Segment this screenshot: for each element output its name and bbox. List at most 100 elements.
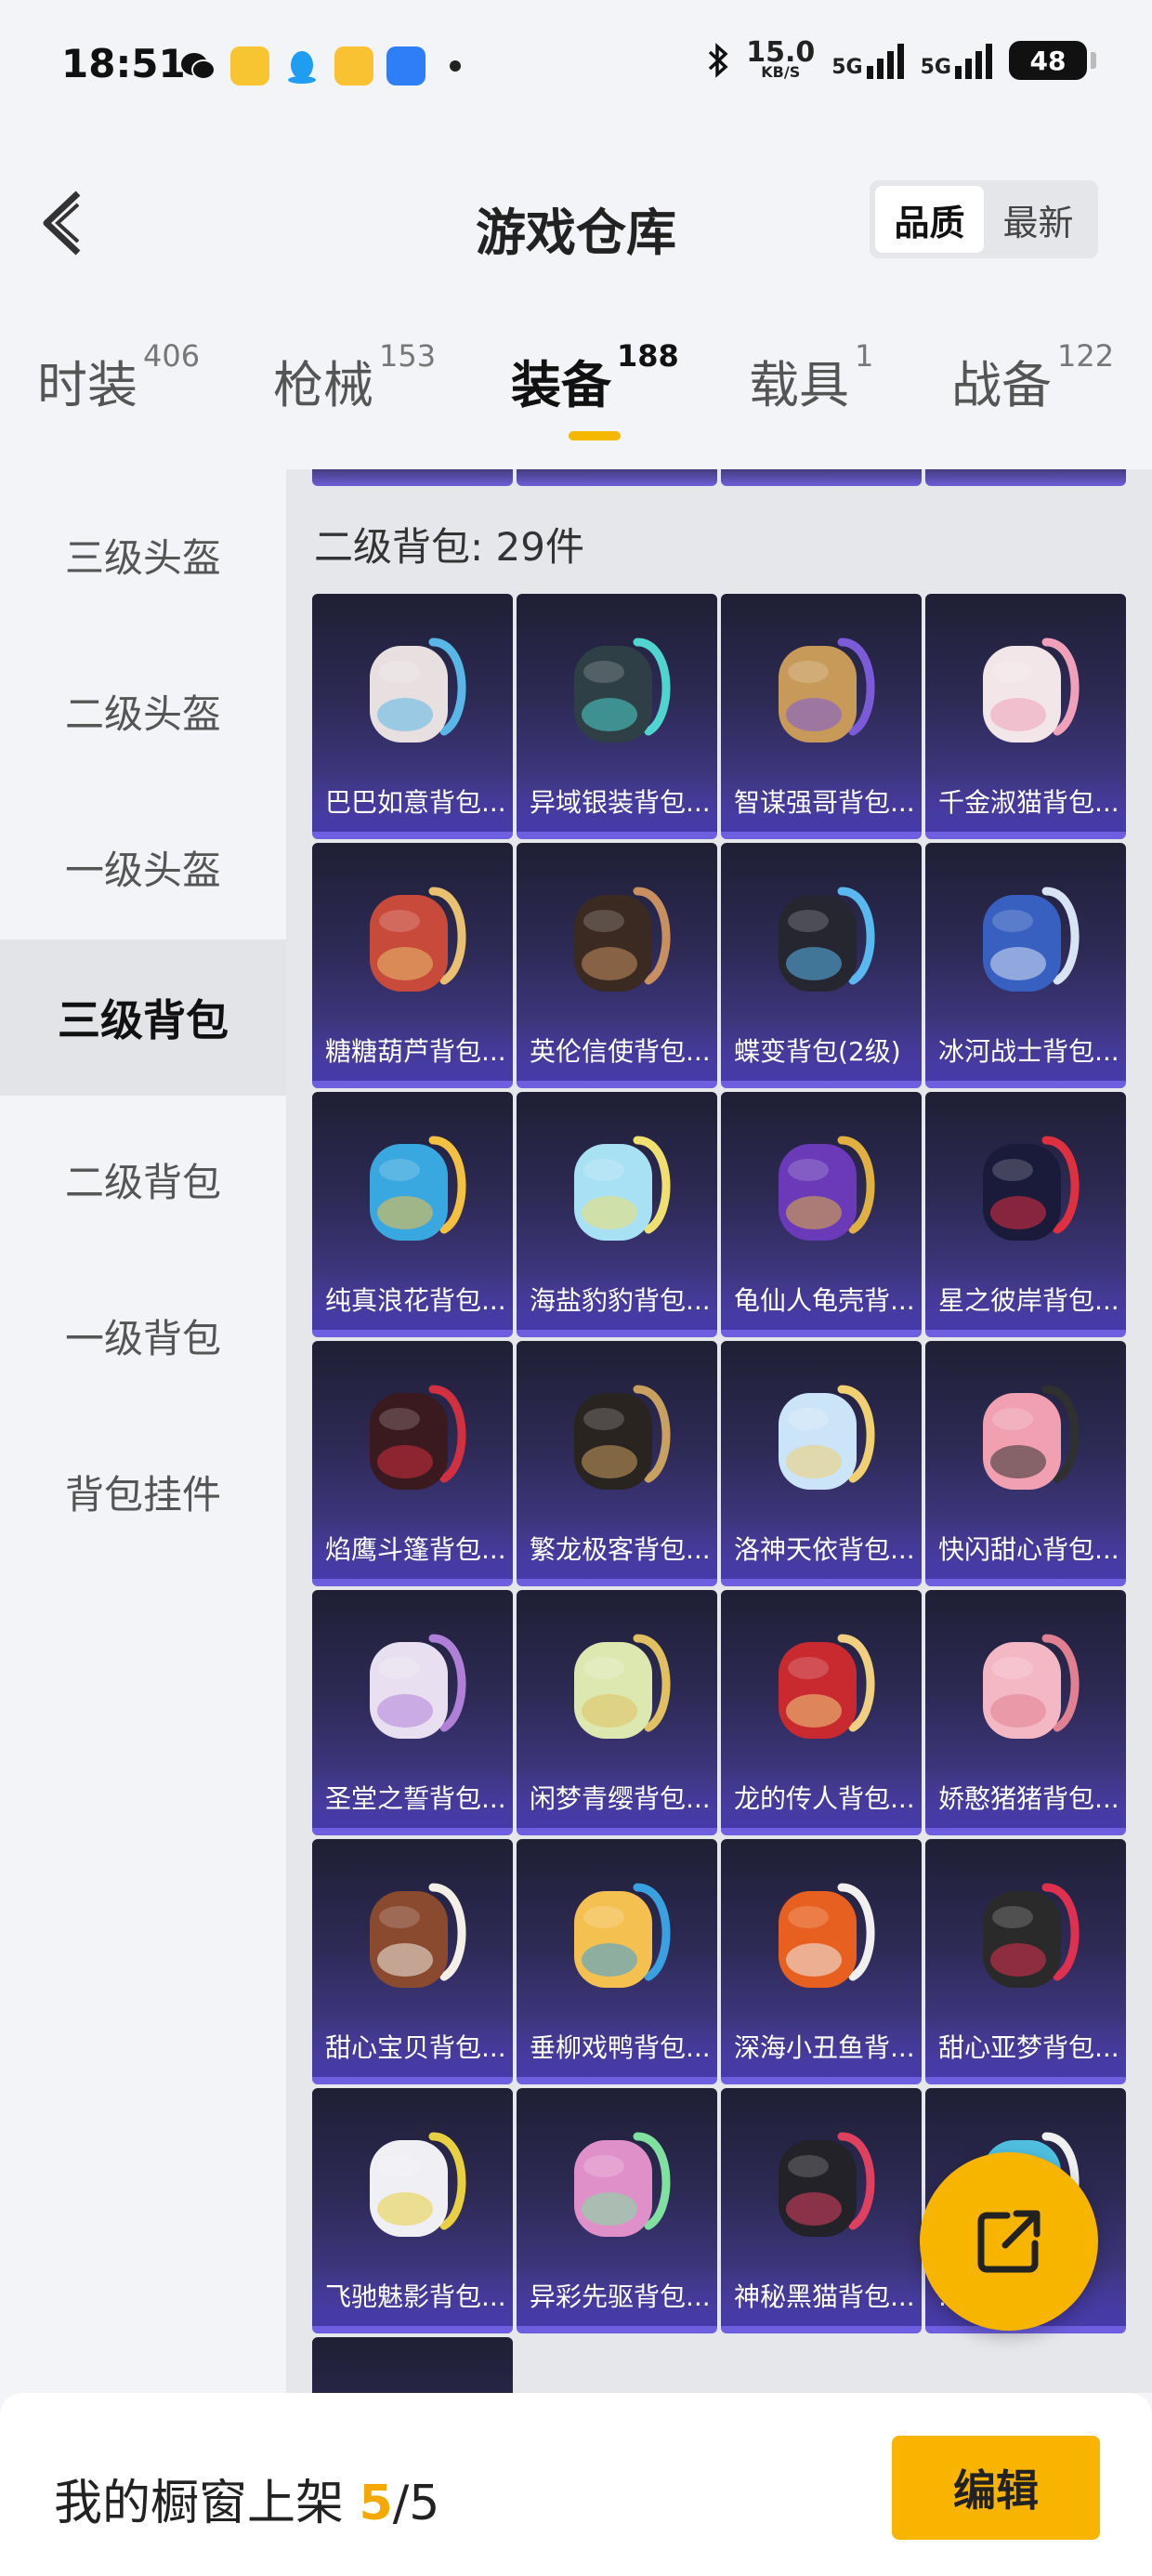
item-card[interactable]: 圣堂之誓背包... — [312, 1590, 513, 1835]
more-notifications-dot — [450, 60, 461, 72]
sidebar-item-backpack-pendant[interactable]: 背包挂件 — [0, 1413, 286, 1570]
backpack-icon — [779, 637, 875, 743]
tab-equipment[interactable]: 装备 188 — [511, 338, 679, 417]
item-name: 异彩先驱背包... — [517, 2268, 717, 2326]
item-card[interactable]: 英伦信使背包... — [517, 843, 717, 1088]
backpack-icon — [779, 1883, 875, 1988]
item-name: 娇憨猪猪背包... — [925, 1770, 1126, 1828]
backpack-icon — [779, 1136, 875, 1241]
edit-button[interactable]: 编辑 — [892, 2436, 1100, 2540]
item-name: 星之彼岸背包... — [925, 1272, 1126, 1330]
qq-icon — [288, 51, 316, 84]
backpack-icon — [779, 1634, 875, 1739]
tab-firearms[interactable]: 枪械 153 — [273, 338, 436, 417]
item-card[interactable]: 智谋强哥背包... — [721, 594, 922, 839]
backpack-icon — [983, 1883, 1080, 1988]
item-card[interactable]: 甜心宝贝背包... — [312, 1839, 513, 2084]
battery-icon: 48 — [1009, 41, 1096, 80]
item-name: 纯真浪花背包... — [312, 1272, 513, 1330]
item-name: 垂柳戏鸭背包... — [517, 2019, 717, 2077]
backpack-icon — [574, 2132, 671, 2237]
backpack-icon — [779, 1385, 875, 1490]
backpack-icon — [370, 637, 466, 743]
item-card[interactable]: 洛神天依背包... — [721, 1341, 922, 1586]
sidebar-item-level1-helmet[interactable]: 一级头盔 — [0, 789, 286, 945]
sidebar-item-level3-backpack[interactable]: 三级背包 — [0, 940, 286, 1096]
item-name: 甜心亚梦背包... — [925, 2019, 1126, 2077]
item-card[interactable]: 纯真浪花背包... — [312, 1092, 513, 1337]
signal-2: 5G — [921, 42, 992, 79]
tab-supplies[interactable]: 战备 122 — [951, 338, 1114, 417]
item-card[interactable]: 龙的传人背包... — [721, 1590, 922, 1835]
item-name: 异域银装背包... — [517, 774, 717, 832]
item-card[interactable]: 闲梦青缨背包... — [517, 1590, 717, 1835]
game-app-icon — [230, 46, 269, 85]
item-card[interactable]: 飞驰魅影背包... — [312, 2088, 513, 2333]
item-card[interactable]: 焰鹰斗篷背包... — [312, 1341, 513, 1586]
item-card[interactable]: 星之彼岸背包... — [925, 1092, 1126, 1337]
item-list[interactable]: 二级背包: 29件 巴巴如意背包... 异域银装背包... 智谋强哥背包... 千金淑… — [286, 469, 1152, 2393]
item-name: 飞驰魅影背包... — [312, 2268, 513, 2326]
backpack-icon — [574, 1883, 671, 1988]
backpack-icon — [983, 887, 1080, 992]
item-card[interactable]: 千金淑猫背包... — [925, 594, 1126, 839]
item-name: 甜心宝贝背包... — [312, 2019, 513, 2077]
item-card[interactable]: 异彩先驱背包... — [517, 2088, 717, 2333]
tab-fashion[interactable]: 时装 406 — [37, 338, 200, 417]
category-tabs: 时装 406 枪械 153 装备 188 载具 1 战备 122 — [0, 338, 1152, 465]
backpack-icon — [574, 637, 671, 743]
item-name: 洛神天依背包... — [721, 1521, 922, 1579]
header: 游戏仓库 品质 最新 — [0, 139, 1152, 307]
sidebar-item-level1-backpack[interactable]: 一级背包 — [0, 1257, 286, 1413]
sidebar-item-level2-helmet[interactable]: 二级头盔 — [0, 633, 286, 789]
star-app-icon — [386, 46, 425, 85]
item-card[interactable]: 龟仙人龟壳背... — [721, 1092, 922, 1337]
signal-bars-icon — [955, 42, 992, 79]
item-card[interactable]: 繁龙极客背包... — [517, 1341, 717, 1586]
item-name: 智谋强哥背包... — [721, 774, 922, 832]
item-card[interactable]: 蝶变背包(2级) — [721, 843, 922, 1088]
item-name: 繁龙极客背包... — [517, 1521, 717, 1579]
status-bar: 18:51 15.0 KB/S 5G 5G 48 — [0, 0, 1152, 139]
backpack-icon — [779, 887, 875, 992]
item-card[interactable]: 快闪甜心背包... — [925, 1341, 1126, 1586]
item-name: 英伦信使背包... — [517, 1023, 717, 1081]
item-name: 快闪甜心背包... — [925, 1521, 1126, 1579]
item-name: 神秘黑猫背包... — [721, 2268, 922, 2326]
item-card[interactable]: 垂柳戏鸭背包... — [517, 1839, 717, 2084]
tab-vehicles[interactable]: 载具 1 — [749, 338, 873, 417]
item-card[interactable]: 甜心亚梦背包... — [925, 1839, 1126, 2084]
item-card[interactable]: 糖糖葫芦背包... — [312, 843, 513, 1088]
section-title: 二级背包: 29件 — [314, 524, 584, 570]
status-right: 15.0 KB/S 5G 5G 48 — [707, 39, 1096, 80]
sidebar-item-level2-backpack[interactable]: 二级背包 — [0, 1101, 286, 1257]
sidebar-item-level3-helmet[interactable]: 三级头盔 — [0, 477, 286, 633]
backpack-icon — [370, 1883, 466, 1988]
item-card[interactable]: 深海小丑鱼背... — [721, 1839, 922, 2084]
item-name: 冰河战士背包... — [925, 1023, 1126, 1081]
item-card[interactable]: 神秘黑猫背包... — [721, 2088, 922, 2333]
item-card[interactable]: 娇憨猪猪背包... — [925, 1590, 1126, 1835]
backpack-icon — [983, 1634, 1080, 1739]
sort-quality-button[interactable]: 品质 — [875, 186, 984, 253]
item-card[interactable]: 海盐豹豹背包... — [517, 1092, 717, 1337]
notification-icons — [178, 46, 461, 85]
item-name: 海盐豹豹背包... — [517, 1272, 717, 1330]
item-card-partial[interactable] — [312, 2337, 513, 2393]
backpack-icon — [370, 1136, 466, 1241]
active-tab-indicator — [569, 431, 621, 440]
bluetooth-icon — [709, 43, 728, 78]
item-card[interactable]: 异域银装背包... — [517, 594, 717, 839]
item-name: 焰鹰斗篷背包... — [312, 1521, 513, 1579]
backpack-icon — [370, 1634, 466, 1739]
status-time: 18:51 — [61, 41, 186, 86]
showcase-shelf-status: 我的橱窗上架 5/5 — [54, 2476, 440, 2531]
share-fab[interactable] — [920, 2152, 1098, 2331]
backpack-icon — [370, 2132, 466, 2237]
item-card[interactable]: 冰河战士背包... — [925, 843, 1126, 1088]
sort-toggle: 品质 最新 — [870, 180, 1098, 258]
item-card[interactable]: 巴巴如意背包... — [312, 594, 513, 839]
backpack-icon — [370, 1385, 466, 1490]
sort-newest-button[interactable]: 最新 — [984, 186, 1093, 253]
backpack-icon — [574, 1385, 671, 1490]
